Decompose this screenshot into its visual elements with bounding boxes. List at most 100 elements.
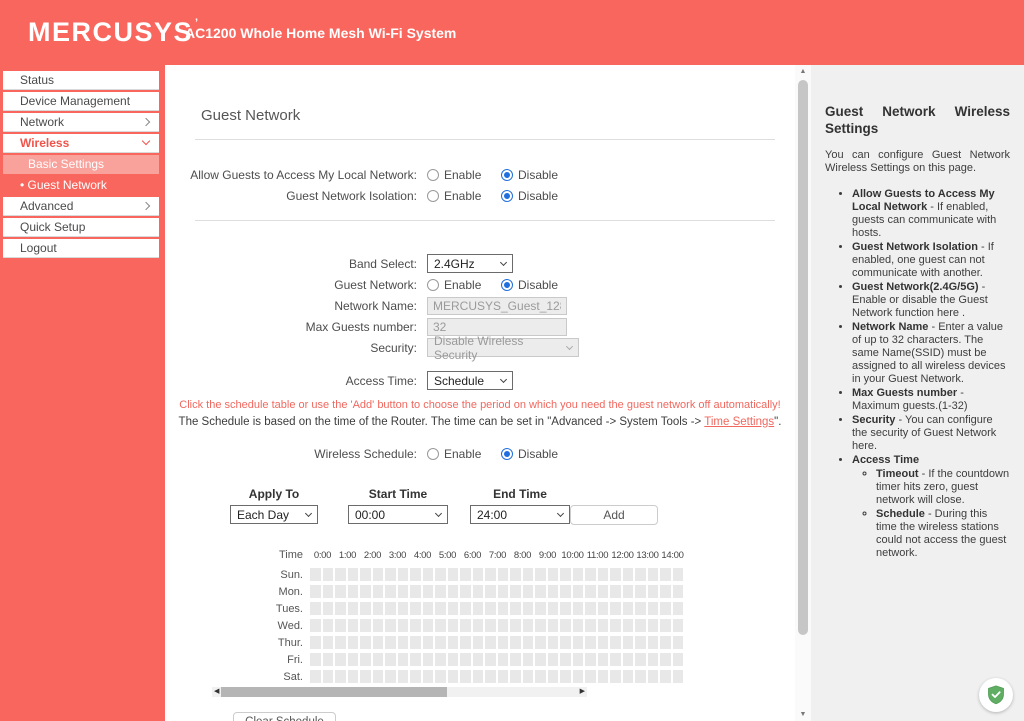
schedule-cell[interactable] (673, 568, 684, 581)
schedule-cell[interactable] (360, 653, 371, 666)
schedule-cell[interactable] (510, 636, 521, 649)
schedule-cell[interactable] (673, 670, 684, 683)
guest-isolation-disable-radio[interactable]: Disable (501, 189, 575, 203)
schedule-cell[interactable] (335, 670, 346, 683)
schedule-cell[interactable] (373, 653, 384, 666)
schedule-cell[interactable] (598, 653, 609, 666)
schedule-cell[interactable] (523, 585, 534, 598)
schedule-cell[interactable] (310, 568, 321, 581)
schedule-cell[interactable] (535, 568, 546, 581)
scroll-left-arrow-icon[interactable]: ◀ (214, 687, 219, 697)
schedule-cell[interactable] (598, 602, 609, 615)
schedule-cell[interactable] (423, 670, 434, 683)
scroll-right-arrow-icon[interactable]: ▶ (580, 687, 585, 697)
schedule-cell[interactable] (373, 602, 384, 615)
sidebar-item-quick-setup[interactable]: Quick Setup (3, 218, 159, 237)
schedule-cell[interactable] (635, 602, 646, 615)
wireless-schedule-enable-radio[interactable]: Enable (427, 447, 501, 461)
schedule-cell[interactable] (398, 670, 409, 683)
schedule-cell[interactable] (548, 568, 559, 581)
schedule-cell[interactable] (598, 568, 609, 581)
schedule-cell[interactable] (510, 602, 521, 615)
schedule-cell[interactable] (573, 619, 584, 632)
schedule-cell[interactable] (373, 670, 384, 683)
schedule-cell[interactable] (423, 602, 434, 615)
sidebar-item-status[interactable]: Status (3, 71, 159, 90)
schedule-cell[interactable] (523, 568, 534, 581)
schedule-cell[interactable] (385, 602, 396, 615)
schedule-cell[interactable] (485, 653, 496, 666)
schedule-cell[interactable] (585, 602, 596, 615)
guest-network-disable-radio[interactable]: Disable (501, 278, 575, 292)
guest-network-enable-radio[interactable]: Enable (427, 278, 501, 292)
schedule-cell[interactable] (410, 636, 421, 649)
schedule-cell[interactable] (673, 602, 684, 615)
schedule-cell[interactable] (610, 602, 621, 615)
schedule-cell[interactable] (435, 670, 446, 683)
schedule-cell[interactable] (660, 568, 671, 581)
schedule-cell[interactable] (335, 585, 346, 598)
schedule-cell[interactable] (448, 602, 459, 615)
schedule-cell[interactable] (535, 670, 546, 683)
schedule-cell[interactable] (510, 585, 521, 598)
schedule-cell[interactable] (348, 636, 359, 649)
allow-guests-disable-radio[interactable]: Disable (501, 168, 575, 182)
schedule-cell[interactable] (623, 568, 634, 581)
schedule-cell[interactable] (323, 602, 334, 615)
schedule-cell[interactable] (585, 670, 596, 683)
schedule-cell[interactable] (560, 585, 571, 598)
schedule-cell[interactable] (485, 670, 496, 683)
schedule-cell[interactable] (473, 619, 484, 632)
security-dropdown[interactable]: Disable Wireless Security (427, 338, 579, 357)
schedule-cell[interactable] (610, 636, 621, 649)
schedule-cell[interactable] (360, 636, 371, 649)
schedule-cell[interactable] (323, 636, 334, 649)
schedule-cell[interactable] (385, 636, 396, 649)
sidebar-item-device-management[interactable]: Device Management (3, 92, 159, 111)
schedule-cell[interactable] (335, 653, 346, 666)
schedule-horizontal-scrollbar[interactable]: ◀ ▶ (212, 687, 587, 697)
schedule-cell[interactable] (460, 585, 471, 598)
schedule-cell[interactable] (335, 636, 346, 649)
schedule-cell[interactable] (560, 602, 571, 615)
schedule-cell[interactable] (610, 670, 621, 683)
schedule-cell[interactable] (460, 636, 471, 649)
wireless-schedule-disable-radio[interactable]: Disable (501, 447, 575, 461)
schedule-cell[interactable] (460, 670, 471, 683)
schedule-cell[interactable] (335, 602, 346, 615)
schedule-cell[interactable] (510, 619, 521, 632)
schedule-cell[interactable] (573, 585, 584, 598)
schedule-cell[interactable] (660, 670, 671, 683)
apply-to-dropdown[interactable]: Each Day (230, 505, 318, 524)
schedule-cell[interactable] (673, 619, 684, 632)
schedule-cell[interactable] (660, 653, 671, 666)
schedule-cell[interactable] (635, 670, 646, 683)
schedule-cell[interactable] (548, 653, 559, 666)
sidebar-item-basic-settings[interactable]: Basic Settings (3, 155, 159, 174)
schedule-cell[interactable] (473, 636, 484, 649)
schedule-cell[interactable] (660, 602, 671, 615)
schedule-cell[interactable] (323, 670, 334, 683)
schedule-cell[interactable] (523, 602, 534, 615)
schedule-cell[interactable] (435, 585, 446, 598)
schedule-cell[interactable] (610, 568, 621, 581)
schedule-cell[interactable] (448, 585, 459, 598)
schedule-cell[interactable] (473, 653, 484, 666)
schedule-cell[interactable] (523, 653, 534, 666)
schedule-cell[interactable] (410, 602, 421, 615)
schedule-cell[interactable] (348, 619, 359, 632)
schedule-cell[interactable] (473, 585, 484, 598)
add-button[interactable]: Add (570, 505, 658, 525)
schedule-cell[interactable] (498, 619, 509, 632)
sidebar-item-network[interactable]: Network (3, 113, 159, 132)
schedule-cell[interactable] (648, 568, 659, 581)
schedule-cell[interactable] (373, 619, 384, 632)
schedule-cell[interactable] (648, 636, 659, 649)
schedule-cell[interactable] (548, 670, 559, 683)
schedule-cell[interactable] (398, 585, 409, 598)
schedule-cell[interactable] (535, 602, 546, 615)
schedule-cell[interactable] (398, 619, 409, 632)
schedule-cell[interactable] (648, 653, 659, 666)
schedule-cell[interactable] (398, 653, 409, 666)
schedule-cell[interactable] (410, 653, 421, 666)
